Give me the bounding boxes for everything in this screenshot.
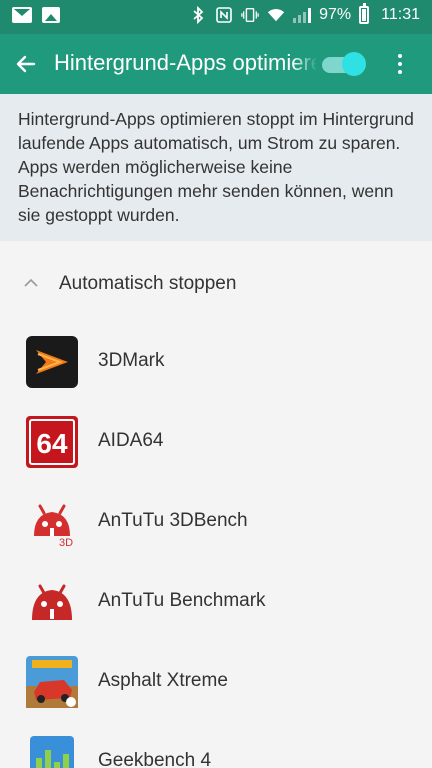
app-label: 3DMark (98, 350, 165, 371)
antutu-benchmark-icon (26, 576, 78, 628)
clock: 11:31 (381, 6, 420, 23)
list-item-3dmark[interactable]: 3DMark (0, 322, 432, 402)
aida64-icon: 64 (26, 416, 78, 468)
list-item-antutu-benchmark[interactable]: AnTuTu Benchmark (0, 562, 432, 642)
title-fade (292, 44, 318, 84)
toggle-thumb (342, 52, 366, 76)
list-item-antutu-3dbench[interactable]: 3D AnTuTu 3DBench (0, 482, 432, 562)
signal-icon (293, 7, 312, 23)
battery-percent: 97% (319, 6, 352, 23)
chevron-up-icon (24, 278, 38, 287)
asphalt-xtreme-icon (26, 656, 78, 708)
vibrate-icon (241, 6, 259, 24)
app-bar: Hintergrund-Apps optimieren (0, 34, 432, 94)
app-label: Geekbench 4 (98, 750, 212, 768)
app-list: Automatisch stoppen 3DMark 64 AIDA64 3D … (0, 241, 432, 768)
status-bar: 97% 11:31 (0, 0, 432, 34)
nfc-icon (215, 6, 233, 24)
optimize-toggle[interactable] (320, 51, 368, 77)
list-item-aida64[interactable]: 64 AIDA64 (0, 402, 432, 482)
image-icon (42, 7, 60, 23)
section-label: Automatisch stoppen (59, 273, 237, 294)
description-text: Hintergrund-Apps optimieren stoppt im Hi… (0, 94, 432, 241)
aida64-icon-text: 64 (36, 428, 68, 459)
antutu-3dbench-icon: 3D (26, 496, 78, 549)
battery-icon (359, 3, 370, 24)
back-button[interactable] (12, 50, 40, 78)
3dmark-icon (26, 336, 78, 388)
wifi-icon (267, 6, 285, 24)
overflow-menu-button[interactable] (388, 50, 412, 78)
page-title: Hintergrund-Apps optimieren (54, 50, 316, 75)
list-item-geekbench-4[interactable]: Geekbench 4 (0, 722, 432, 768)
section-header[interactable]: Automatisch stoppen (0, 261, 432, 305)
app-label: Asphalt Xtreme (98, 670, 228, 691)
arrow-back-icon (16, 55, 36, 73)
antutu-icon-text: 3D (59, 537, 73, 548)
app-label: AIDA64 (98, 430, 164, 451)
list-item-asphalt-xtreme[interactable]: Asphalt Xtreme (0, 642, 432, 722)
mail-icon (12, 7, 32, 23)
bluetooth-icon (189, 6, 207, 24)
geekbench-icon (26, 736, 78, 768)
app-label: AnTuTu 3DBench (98, 510, 248, 531)
app-label: AnTuTu Benchmark (98, 590, 266, 611)
